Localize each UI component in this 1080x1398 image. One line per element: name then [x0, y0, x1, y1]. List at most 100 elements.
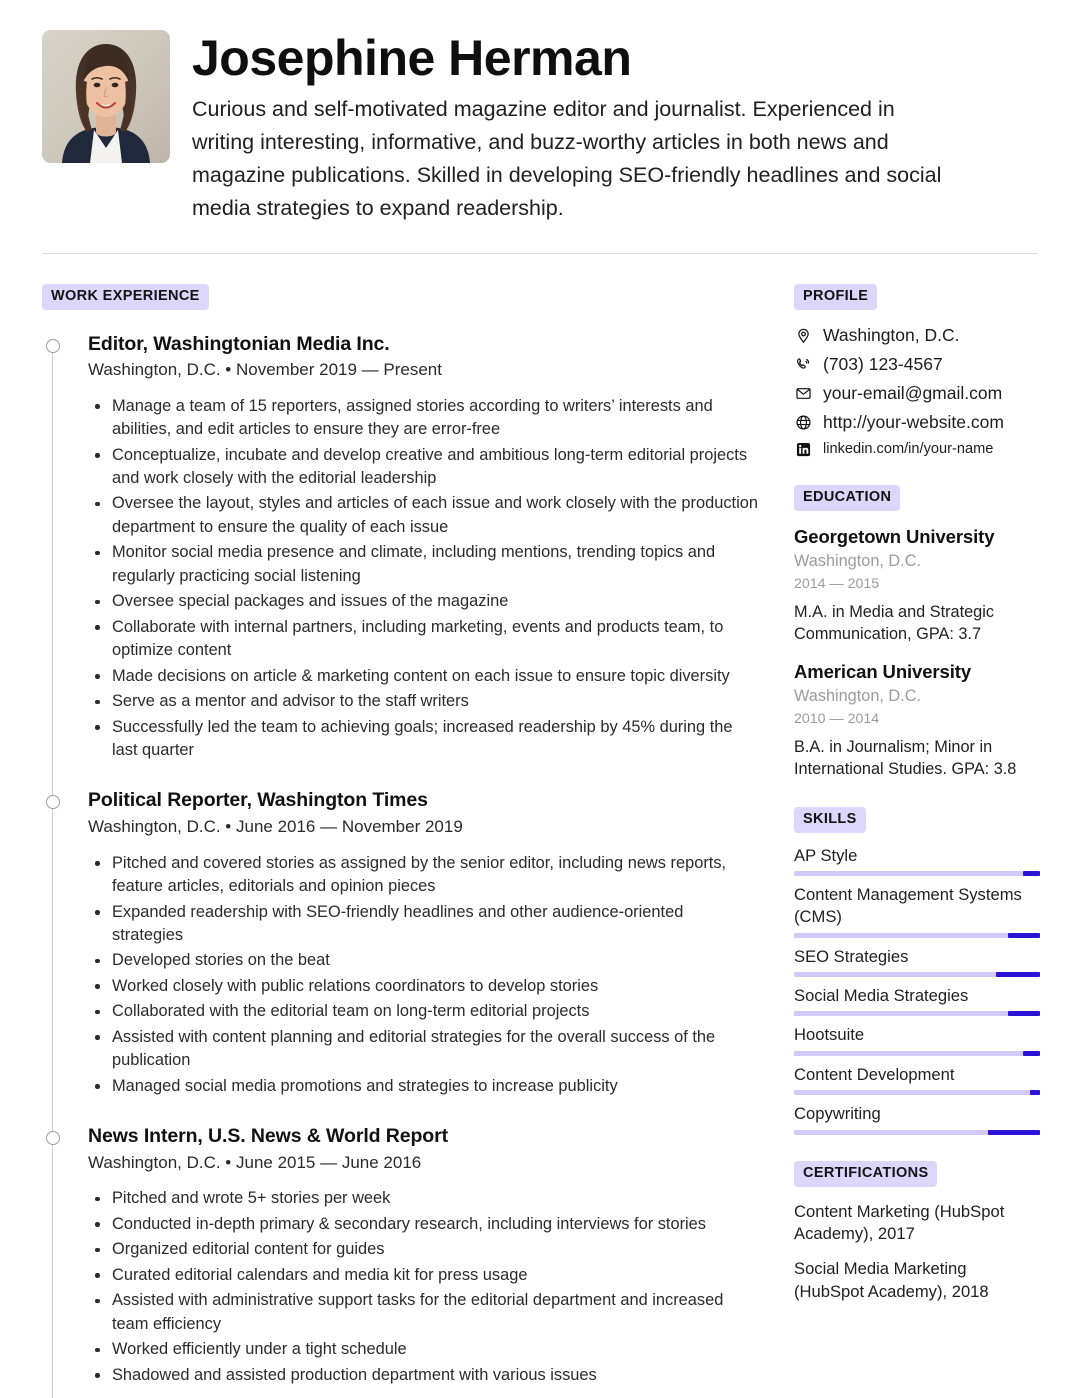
- section-heading-education: EDUCATION: [794, 485, 901, 512]
- job-meta: Washington, D.C. • November 2019 — Prese…: [88, 359, 442, 379]
- skill-level-fill: [1008, 1011, 1040, 1017]
- job-bullet: Expanded readership with SEO-friendly he…: [88, 901, 758, 948]
- education-degree: M.A. in Media and Strategic Communicatio…: [794, 602, 994, 644]
- skill-entry: Content Development: [794, 1064, 1040, 1096]
- resume-body: WORK EXPERIENCE Editor, Washingtonian Me…: [0, 283, 1080, 1398]
- job-list: Editor, Washingtonian Media Inc. Washingt…: [42, 332, 758, 1387]
- job-bullet: Assisted with content planning and edito…: [88, 1026, 758, 1073]
- avatar: [42, 30, 170, 163]
- education-school: Georgetown University: [794, 526, 995, 548]
- job-title: News Intern, U.S. News & World Report: [88, 1125, 448, 1148]
- work-timeline: Editor, Washingtonian Media Inc. Washingt…: [42, 332, 758, 1398]
- skill-name: AP Style: [794, 845, 858, 865]
- skill-level-fill: [1030, 1090, 1040, 1096]
- skill-level-bar: [794, 1129, 1040, 1135]
- resume-page: Josephine Herman Curious and self-motiva…: [0, 0, 1080, 1398]
- skill-list: AP Style Content Management Systems (CMS)…: [794, 845, 1040, 1135]
- contact-row[interactable]: Washington, D.C.: [794, 324, 1040, 347]
- skill-entry: SEO Strategies: [794, 946, 1040, 978]
- skill-entry: Content Management Systems (CMS): [794, 884, 1040, 938]
- skills-section: SKILLS AP Style Content Management System…: [794, 806, 1040, 1135]
- job-bullet: Oversee special packages and issues of t…: [88, 590, 758, 613]
- profile-photo-illustration: [42, 30, 170, 163]
- job-title: Political Reporter, Washington Times: [88, 789, 428, 812]
- education-location: Washington, D.C.: [794, 552, 921, 571]
- education-entry: American University Washington, D.C. 2010 …: [794, 660, 1040, 781]
- skill-entry: Copywriting: [794, 1103, 1040, 1135]
- job-bullet: Curated editorial calendars and media ki…: [88, 1264, 758, 1287]
- contact-row[interactable]: (703) 123-4567: [794, 353, 1040, 376]
- profile-section: PROFILE Washington, D.C. (703) 123-4567 yo…: [794, 283, 1040, 460]
- skill-name: Content Development: [794, 1064, 955, 1084]
- skill-level-fill: [988, 1129, 1040, 1135]
- contact-value: your-email@gmail.com: [823, 382, 1003, 403]
- skill-entry: AP Style: [794, 845, 1040, 876]
- education-degree: B.A. in Journalism; Minor in Internation…: [794, 737, 1017, 779]
- job-bullet: Conducted in-depth primary & secondary r…: [88, 1213, 758, 1236]
- job-bullet-list: Manage a team of 15 reporters, assigned …: [88, 395, 758, 763]
- contact-value: (703) 123-4567: [823, 353, 943, 374]
- section-heading-work-experience: WORK EXPERIENCE: [42, 283, 209, 310]
- skill-entry: Social Media Strategies: [794, 985, 1040, 1017]
- skill-level-fill: [1022, 1050, 1040, 1056]
- education-entry: Georgetown University Washington, D.C. 201…: [794, 525, 1040, 646]
- job-bullet: Assisted with administrative support tas…: [88, 1289, 758, 1336]
- contact-value: Washington, D.C.: [823, 324, 960, 345]
- job-meta: Washington, D.C. • June 2015 — June 2016: [88, 1152, 422, 1172]
- certification-list: Content Marketing (HubSpot Academy), 201…: [794, 1201, 1040, 1305]
- section-heading-skills: SKILLS: [794, 806, 866, 833]
- skill-level-fill: [1008, 932, 1040, 938]
- certifications-section: CERTIFICATIONS Content Marketing (HubSpo…: [794, 1160, 1040, 1305]
- timeline-dot-icon: [45, 338, 60, 353]
- section-heading-profile: PROFILE: [794, 283, 878, 310]
- linkedin-icon: [794, 441, 812, 459]
- education-list: Georgetown University Washington, D.C. 201…: [794, 525, 1040, 781]
- job-bullet: Collaborated with the editorial team on …: [88, 1000, 758, 1023]
- job-meta: Washington, D.C. • June 2016 — November …: [88, 816, 463, 836]
- profile-summary: Curious and self-motivated magazine edit…: [192, 97, 942, 220]
- contact-row[interactable]: http://your-website.com: [794, 411, 1040, 434]
- education-years: 2010 — 2014: [794, 711, 880, 727]
- job-bullet: Organized editorial content for guides: [88, 1238, 758, 1261]
- job-bullet-list: Pitched and wrote 5+ stories per week Con…: [88, 1187, 758, 1387]
- globe-icon: [794, 413, 812, 431]
- contact-list: Washington, D.C. (703) 123-4567 your-email…: [794, 324, 1040, 460]
- job-bullet: Managed social media promotions and stra…: [88, 1075, 758, 1098]
- location-pin-icon: [794, 326, 812, 344]
- resume-header: Josephine Herman Curious and self-motiva…: [0, 0, 1080, 225]
- education-years: 2014 — 2015: [794, 576, 880, 593]
- job-entry: News Intern, U.S. News & World Report Was…: [42, 1124, 758, 1387]
- certification-item: Content Marketing (HubSpot Academy), 201…: [794, 1201, 1005, 1244]
- contact-row[interactable]: your-email@gmail.com: [794, 382, 1040, 405]
- contact-value: http://your-website.com: [823, 411, 1004, 432]
- contact-row[interactable]: linkedin.com/in/your-name: [794, 440, 1040, 459]
- skill-level-fill: [995, 972, 1040, 978]
- job-bullet: Collaborate with internal partners, incl…: [88, 616, 758, 663]
- phone-icon: [794, 355, 812, 373]
- header-divider: [42, 252, 1038, 254]
- job-bullet: Worked efficiently under a tight schedul…: [88, 1338, 758, 1361]
- job-bullet: Conceptualize, incubate and develop crea…: [88, 444, 758, 491]
- envelope-icon: [794, 384, 812, 402]
- skill-name: Hootsuite: [794, 1025, 865, 1045]
- job-bullet: Manage a team of 15 reporters, assigned …: [88, 395, 758, 442]
- education-location: Washington, D.C.: [794, 686, 921, 705]
- skill-name: Content Management Systems (CMS): [794, 884, 1022, 927]
- job-bullet-list: Pitched and covered stories as assigned …: [88, 852, 758, 1099]
- skill-level-bar: [794, 870, 1040, 876]
- header-text-block: Josephine Herman Curious and self-motiva…: [192, 30, 1040, 225]
- education-school: American University: [794, 660, 972, 682]
- skill-name: Social Media Strategies: [794, 986, 969, 1006]
- skill-level-bar: [794, 972, 1040, 978]
- job-bullet: Shadowed and assisted production departm…: [88, 1364, 758, 1387]
- job-bullet: Worked closely with public relations coo…: [88, 975, 758, 998]
- skill-name: SEO Strategies: [794, 946, 909, 966]
- skill-name: Copywriting: [794, 1104, 881, 1124]
- main-column: WORK EXPERIENCE Editor, Washingtonian Me…: [42, 283, 758, 1398]
- job-bullet: Monitor social media presence and climat…: [88, 541, 758, 588]
- education-section: EDUCATION Georgetown University Washingto…: [794, 485, 1040, 780]
- page-title: Josephine Herman: [192, 30, 632, 86]
- timeline-dot-icon: [45, 795, 60, 810]
- skill-entry: Hootsuite: [794, 1024, 1040, 1056]
- job-entry: Political Reporter, Washington Times Wash…: [42, 788, 758, 1098]
